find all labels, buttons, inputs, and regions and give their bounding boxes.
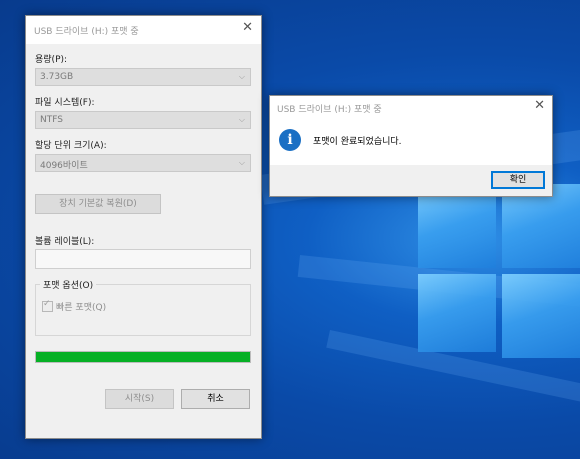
- info-icon: i: [279, 129, 301, 151]
- quick-format-checkbox[interactable]: ✓: [42, 299, 53, 312]
- allocation-value: 4096바이트: [40, 161, 88, 171]
- chevron-down-icon: ⌵: [238, 72, 245, 81]
- capacity-select[interactable]: 3.73GB ⌵: [35, 68, 251, 86]
- cancel-button[interactable]: 취소: [181, 389, 250, 409]
- windows-logo: [418, 184, 580, 459]
- close-icon[interactable]: ✕: [242, 21, 253, 35]
- chevron-down-icon: ⌵: [238, 158, 245, 167]
- title-bar: USB 드라이브 (H:) 포맷 중 ✕: [26, 16, 261, 44]
- start-button[interactable]: 시작(S): [105, 389, 174, 409]
- completion-message: 포맷이 완료되었습니다.: [313, 137, 402, 147]
- format-dialog: USB 드라이브 (H:) 포맷 중 ✕ 용량(P): 3.73GB ⌵ 파일 …: [25, 15, 262, 439]
- volume-label-label: 볼륨 레이블(L):: [35, 237, 95, 247]
- allocation-label: 할당 단위 크기(A):: [35, 141, 107, 151]
- format-options-group: 포맷 옵션(O) ✓ 빠른 포맷(Q): [35, 278, 251, 336]
- close-icon[interactable]: ✕: [534, 99, 545, 113]
- filesystem-label: 파일 시스템(F):: [35, 98, 95, 108]
- message-box-title: USB 드라이브 (H:) 포맷 중: [277, 105, 382, 115]
- message-area: USB 드라이브 (H:) 포맷 중 ✕ i 포맷이 완료되었습니다.: [270, 96, 552, 165]
- checkmark-icon: ✓: [43, 299, 51, 309]
- dialog-title: USB 드라이브 (H:) 포맷 중: [34, 27, 139, 37]
- capacity-label: 용량(P):: [35, 55, 68, 65]
- restore-defaults-button[interactable]: 장치 기본값 복원(D): [35, 194, 161, 214]
- allocation-select[interactable]: 4096바이트 ⌵: [35, 154, 251, 172]
- format-progress-bar: [35, 351, 251, 363]
- completion-message-box: USB 드라이브 (H:) 포맷 중 ✕ i 포맷이 완료되었습니다. 확인: [269, 95, 553, 197]
- capacity-value: 3.73GB: [40, 72, 74, 82]
- format-options-label: 포맷 옵션(O): [40, 278, 97, 291]
- volume-label-input[interactable]: [35, 249, 251, 269]
- quick-format-option[interactable]: ✓ 빠른 포맷(Q): [42, 299, 107, 313]
- filesystem-select[interactable]: NTFS ⌵: [35, 111, 251, 129]
- chevron-down-icon: ⌵: [238, 115, 245, 124]
- quick-format-label: 빠른 포맷(Q): [56, 303, 107, 313]
- progress-fill: [36, 352, 250, 362]
- ok-button[interactable]: 확인: [491, 171, 545, 189]
- filesystem-value: NTFS: [40, 115, 63, 125]
